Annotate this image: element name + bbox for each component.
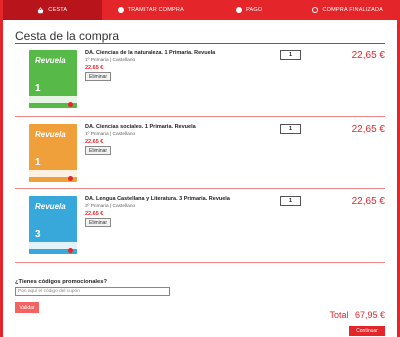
quantity-input[interactable]: 1 [280, 50, 301, 60]
step-checkout[interactable]: Tramitar compra [102, 0, 201, 20]
book-cover-image: Revuela 1 [29, 50, 77, 108]
remove-button[interactable]: Eliminar [85, 72, 112, 81]
ring-icon [312, 7, 319, 13]
item-divider [15, 262, 385, 263]
cover-brand: Revuela [35, 56, 66, 65]
page-title: Cesta de la compra [15, 29, 120, 43]
item-total: 22,65 € [351, 124, 385, 135]
promo-code-input[interactable]: Pon aquí el código del cupón [15, 287, 170, 296]
remove-button[interactable]: Eliminar [85, 146, 112, 155]
book-cover-image: Revuela 1 [29, 124, 77, 182]
publisher-logo-icon [68, 248, 73, 253]
cover-brand: Revuela [35, 202, 66, 211]
quantity-input[interactable]: 1 [280, 124, 301, 134]
grand-total: Total 67,95 € [329, 310, 385, 320]
item-total: 22,65 € [351, 50, 385, 61]
step-label: Compra finalizada [322, 7, 384, 13]
cover-number: 3 [35, 229, 41, 240]
step-label: Cesta [48, 7, 68, 13]
remove-button[interactable]: Eliminar [85, 218, 112, 227]
item-meta: 3º Primaria | Castellano [85, 204, 136, 209]
item-unit-price: 22,65 € [85, 65, 104, 71]
cart-item: Revuela 3 DA. Lengua Castellana y Litera… [15, 192, 385, 262]
continue-button[interactable]: Continuar [349, 326, 385, 336]
cover-brand: Revuela [35, 130, 66, 139]
item-total: 22,65 € [351, 196, 385, 207]
step-cart[interactable]: Cesta [3, 0, 102, 20]
cart-item: Revuela 1 DA. Ciencias de la naturaleza.… [15, 46, 385, 116]
publisher-logo-icon [68, 176, 73, 181]
step-finished[interactable]: Compra finalizada [299, 0, 398, 20]
cover-number: 1 [35, 83, 41, 94]
item-unit-price: 22,65 € [85, 211, 104, 217]
step-payment[interactable]: Pago [200, 0, 299, 20]
book-cover-image: Revuela 3 [29, 196, 77, 254]
promo-label: ¿Tienes códigos promocionales? [15, 279, 108, 285]
total-label: Total [329, 310, 349, 320]
step-label: Pago [246, 7, 263, 13]
item-divider [15, 188, 385, 189]
item-meta: 1º Primaria | Castellano [85, 132, 136, 137]
checkout-steps: Cesta Tramitar compra Pago Compra finali… [3, 0, 397, 20]
cover-number: 1 [35, 157, 41, 168]
cart-item: Revuela 1 DA. Ciencias sociales. 1 Prima… [15, 120, 385, 190]
item-title[interactable]: DA. Ciencias sociales. 1 Primaria. Revue… [85, 124, 196, 130]
total-value: 67,95 € [354, 310, 385, 320]
item-meta: 1º Primaria | Castellano [85, 58, 136, 63]
quantity-input[interactable]: 1 [280, 196, 301, 206]
validate-button[interactable]: Validar [15, 302, 39, 313]
item-unit-price: 22,65 € [85, 139, 104, 145]
dot-icon [236, 7, 243, 13]
item-divider [15, 116, 385, 117]
dot-icon [117, 7, 124, 13]
step-label: Tramitar compra [127, 7, 184, 13]
item-title[interactable]: DA. Ciencias de la naturaleza. 1 Primari… [85, 50, 215, 56]
title-divider [15, 43, 385, 44]
item-title[interactable]: DA. Lengua Castellana y Literatura. 3 Pr… [85, 196, 230, 202]
publisher-logo-icon [68, 102, 73, 107]
basket-icon [37, 6, 44, 13]
